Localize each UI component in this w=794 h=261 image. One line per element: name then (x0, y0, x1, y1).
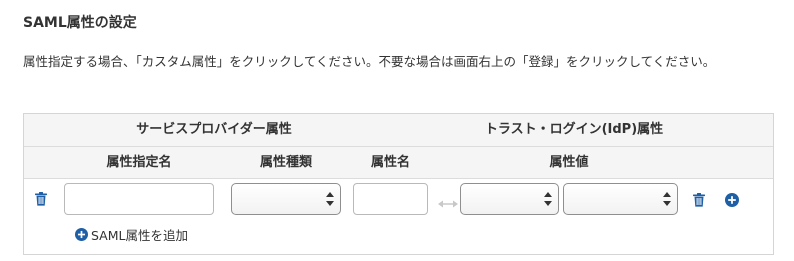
add-saml-attribute-label: SAML属性を追加 (91, 227, 188, 243)
column-header-attr-name: 属性名 (370, 155, 410, 170)
section-title: SAML属性の設定 (23, 15, 137, 31)
add-saml-attribute-button[interactable]: SAML属性を追加 (75, 225, 188, 243)
column-header-attr-value: 属性値 (549, 155, 589, 170)
updown-chevron-icon (663, 191, 671, 207)
attr-value-select-2[interactable] (563, 183, 678, 215)
group-header-service-provider: サービスプロバイダー属性 (136, 122, 292, 137)
group-header-trust-login: トラスト・ログイン(IdP)属性 (484, 122, 664, 137)
delete-value-trash-icon[interactable] (693, 192, 705, 211)
column-header-attr-spec-name: 属性指定名 (106, 155, 172, 170)
bidirectional-arrow-icon (438, 194, 458, 208)
attr-value-select-1[interactable] (460, 183, 559, 215)
updown-chevron-icon (326, 191, 334, 207)
attr-name-input[interactable] (353, 183, 428, 215)
attr-type-select[interactable] (231, 183, 341, 215)
column-header-row: 属性指定名 属性種類 属性名 属性値 (24, 147, 773, 179)
updown-chevron-icon (544, 191, 552, 207)
add-value-plus-circle-icon[interactable] (725, 192, 739, 211)
column-header-attr-type: 属性種類 (259, 155, 312, 170)
group-header-row: サービスプロバイダー属性 トラスト・ログイン(IdP)属性 (24, 114, 773, 147)
saml-attribute-table: サービスプロバイダー属性 トラスト・ログイン(IdP)属性 属性指定名 属性種類… (23, 113, 774, 255)
plus-circle-icon (75, 227, 88, 241)
delete-row-trash-icon[interactable] (35, 191, 47, 210)
section-description: 属性指定する場合、「カスタム属性」をクリックしてください。不要な場合は画面右上の… (23, 54, 716, 69)
attr-spec-name-input[interactable] (64, 183, 214, 215)
